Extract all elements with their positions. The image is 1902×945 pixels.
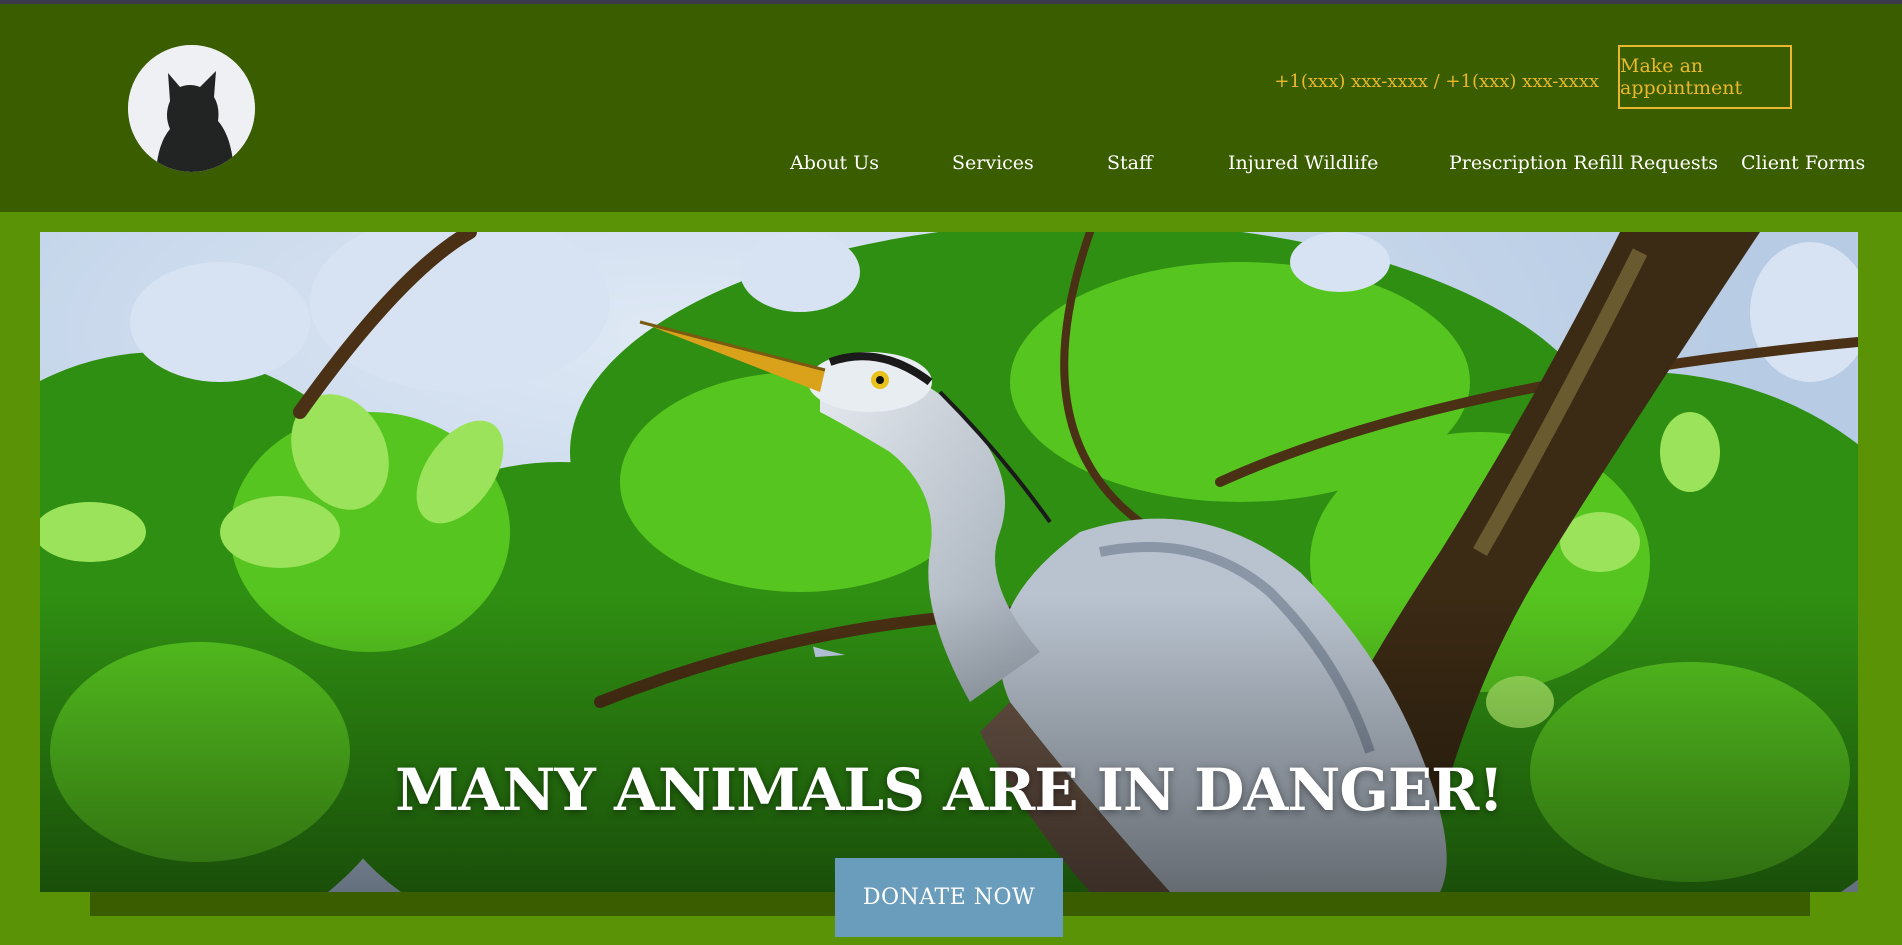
nav-prescription-refill-requests[interactable]: Prescription Refill Requests [1449,150,1718,176]
donate-now-button[interactable]: DONATE NOW [835,858,1063,937]
logo-cat-icon[interactable] [128,45,255,172]
phone-numbers[interactable]: +1(xxx) xxx-xxxx / +1(xxx) xxx-xxxx [1274,69,1599,95]
hero-banner: MANY ANIMALS ARE IN DANGER! [40,232,1858,892]
nav-client-forms[interactable]: Client Forms [1741,150,1865,176]
make-appointment-button[interactable]: Make an appointment [1618,45,1792,109]
nav-staff[interactable]: Staff [1107,150,1152,176]
nav-services[interactable]: Services [952,150,1034,176]
nav-about-us[interactable]: About Us [790,150,879,176]
site-header: +1(xxx) xxx-xxxx / +1(xxx) xxx-xxxx Make… [0,4,1902,212]
nav-injured-wildlife[interactable]: Injured Wildlife [1228,150,1378,176]
hero-headline: MANY ANIMALS ARE IN DANGER! [395,756,1504,824]
